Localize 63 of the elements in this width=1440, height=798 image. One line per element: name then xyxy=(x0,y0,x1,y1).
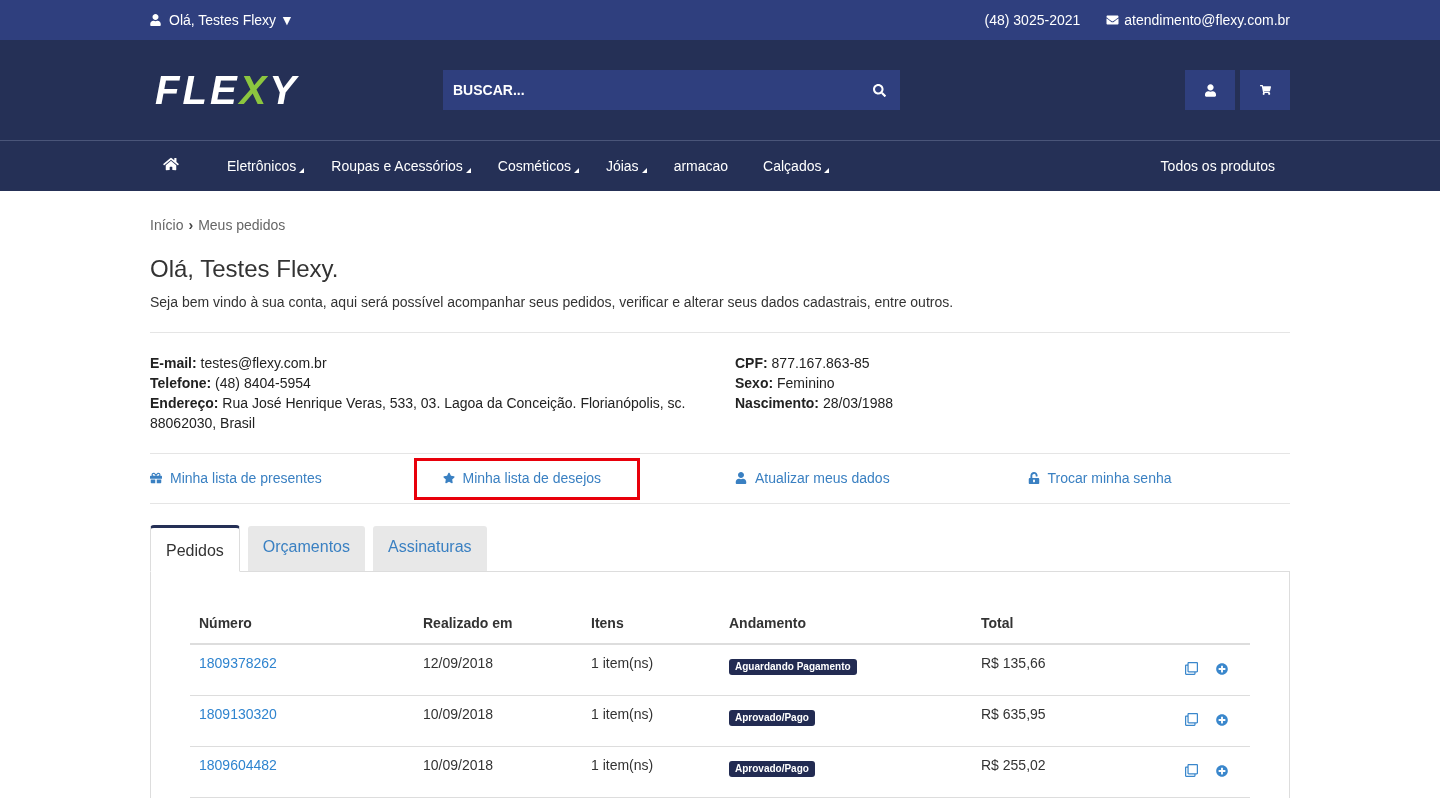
order-number-link[interactable]: 1809130320 xyxy=(199,706,277,722)
info-line: Nascimento: 28/03/1988 xyxy=(735,394,893,413)
copy-icon[interactable] xyxy=(1185,713,1198,726)
nav-link[interactable]: armacao xyxy=(673,156,737,176)
nav-link[interactable]: Cosméticos xyxy=(497,156,579,176)
column-header: Andamento xyxy=(729,615,806,631)
status-badge: Aprovado/Pago xyxy=(729,761,815,777)
account-link[interactable]: Atualizar meus dados xyxy=(735,467,890,488)
nav-link[interactable]: Roupas e Acessórios xyxy=(331,156,471,176)
status-badge: Aprovado/Pago xyxy=(729,710,815,726)
table-cell: 1 item(ns) xyxy=(591,706,654,722)
table-cell: R$ 255,02 xyxy=(981,757,1046,773)
user-icon xyxy=(1204,83,1216,97)
nav-link[interactable]: Calçados xyxy=(763,156,830,176)
nav-link[interactable]: Eletrônicos xyxy=(227,156,305,176)
info-line: Sexo: Feminino xyxy=(735,374,836,393)
info-line: E-mail: testes@flexy.com.br xyxy=(150,354,328,373)
account-link[interactable]: Minha lista de presentes xyxy=(150,467,322,488)
column-header: Itens xyxy=(591,615,624,631)
breadcrumb-separator: › xyxy=(188,216,194,235)
copy-icon[interactable] xyxy=(1185,764,1198,777)
copy-icon[interactable] xyxy=(1185,662,1198,675)
table-cell: 1 item(ns) xyxy=(591,655,654,671)
status-badge: Aguardando Pagamento xyxy=(729,659,857,675)
gift-icon xyxy=(150,471,162,484)
breadcrumb-current: Meus pedidos xyxy=(198,216,286,235)
search-icon[interactable] xyxy=(873,84,886,97)
column-header: Total xyxy=(981,615,1014,631)
nav-link[interactable]: Jóias xyxy=(605,156,647,176)
user-menu-button[interactable]: Olá, Testes Flexy ▼ xyxy=(150,9,294,31)
order-number-link[interactable]: 1809378262 xyxy=(199,655,277,671)
table-cell: 12/09/2018 xyxy=(423,655,494,671)
table-cell: 10/09/2018 xyxy=(423,757,494,773)
search-field[interactable]: BUSCAR... xyxy=(443,70,900,110)
user-icon xyxy=(150,14,161,26)
table-cell: 1 item(ns) xyxy=(591,757,654,773)
table-cell: R$ 135,66 xyxy=(981,655,1046,671)
tab[interactable]: Pedidos xyxy=(150,525,240,572)
account-button[interactable] xyxy=(1185,70,1235,110)
padlock-icon xyxy=(1027,471,1040,484)
welcome-text: Seja bem vindo à sua conta, aqui será possível acompanhar seus pedidos, verificar e alterar seus dados cadastrais, entre outros. xyxy=(150,293,955,312)
column-header: Número xyxy=(199,615,252,631)
user-icon xyxy=(735,471,747,484)
page-title: Olá, Testes Flexy. xyxy=(150,254,340,284)
logo[interactable]: FLEXY xyxy=(155,69,299,110)
phone-number: (48) 3025-2021 xyxy=(984,10,1081,30)
info-line: Telefone: (48) 8404-5954 xyxy=(150,374,312,393)
cart-icon xyxy=(1259,85,1271,95)
star-icon xyxy=(442,471,455,484)
info-line: Endereço: Rua José Henrique Veras, 533, 03. Lagoa da Conceição. Florianópolis, sc. 88062030, Brasil xyxy=(150,394,687,433)
column-header: Realizado em xyxy=(423,615,513,631)
email-link[interactable]: atendimento@flexy.com.br xyxy=(1106,9,1290,31)
order-number-link[interactable]: 1809604482 xyxy=(199,757,277,773)
table-cell: R$ 635,95 xyxy=(981,706,1046,722)
info-line: CPF: 877.167.863-85 xyxy=(735,354,871,373)
table-cell: 10/09/2018 xyxy=(423,706,494,722)
breadcrumb-link[interactable]: Início xyxy=(150,215,184,235)
account-link[interactable]: Minha lista de desejos xyxy=(442,467,602,488)
cart-button[interactable] xyxy=(1240,70,1290,110)
account-link[interactable]: Trocar minha senha xyxy=(1027,467,1172,488)
envelope-icon xyxy=(1106,14,1120,26)
nav-link[interactable]: Todos os produtos xyxy=(1160,155,1275,177)
home-icon[interactable] xyxy=(163,157,179,171)
